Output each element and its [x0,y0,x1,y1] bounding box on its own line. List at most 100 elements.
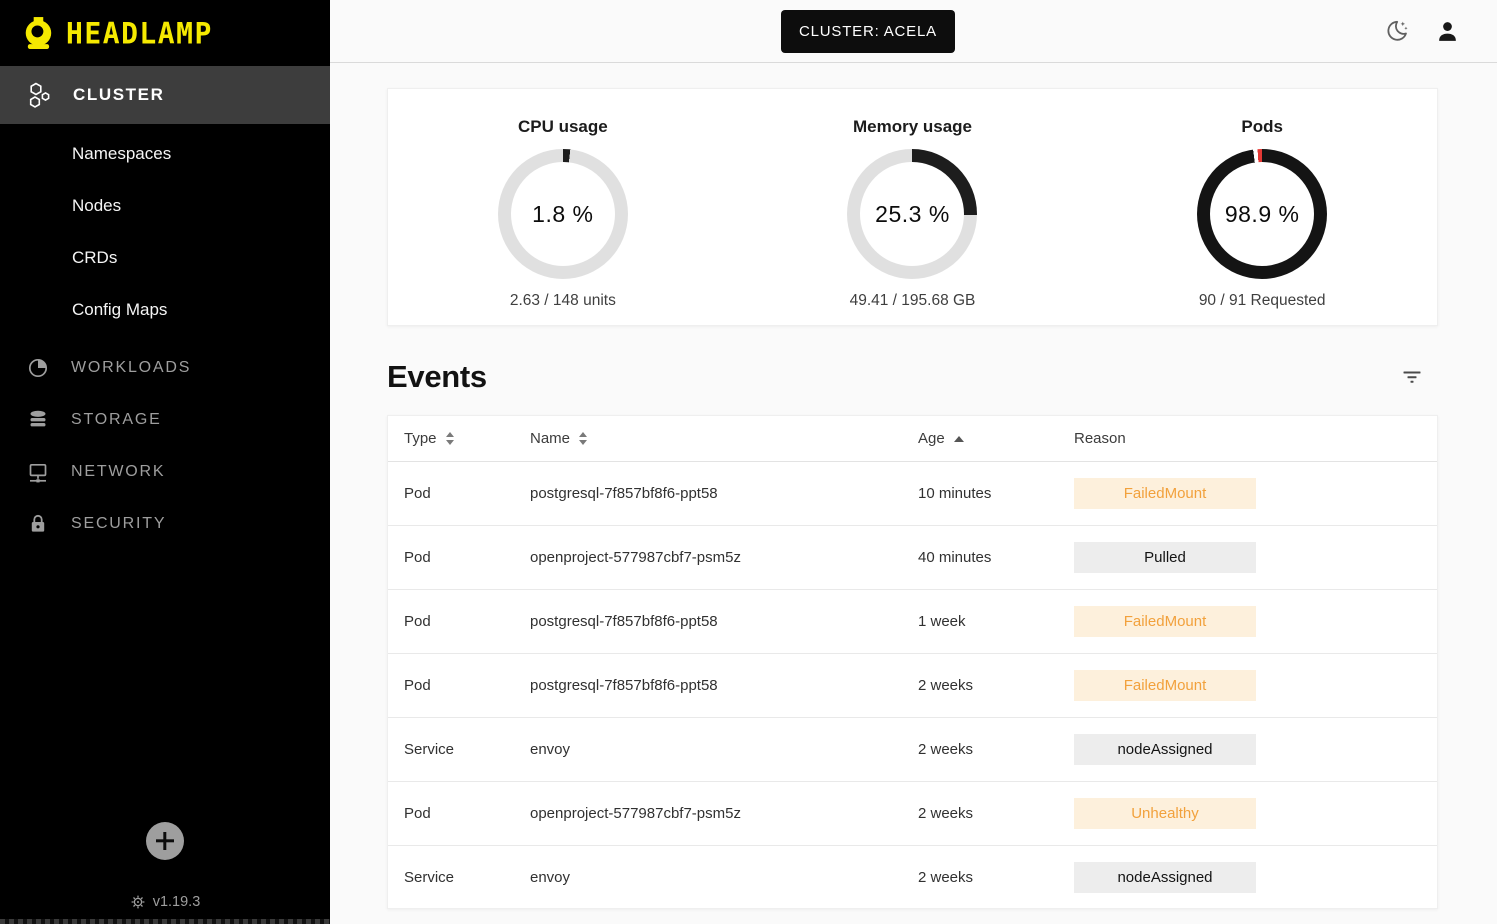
logo-wordmark: HEADLAMP [66,15,213,51]
cluster-selector-button[interactable]: CLUSTER: ACELA [781,10,955,53]
event-row[interactable]: Pod openproject-577987cbf7-psm5z 2 weeks Un… [388,782,1437,846]
network-icon [26,460,50,484]
column-label: Type [404,430,437,447]
chart-title: CPU usage [517,117,608,136]
sidebar-sections: WORKLOADS STORAGE NETWORK SECURITY [0,336,330,550]
event-row[interactable]: Pod postgresql-7f857bf8f6-ppt58 1 week Fail… [388,590,1437,654]
content: CPU usage 1.8 % 2.63 / 148 units Memory usa… [330,63,1497,909]
sort-icon [579,432,588,445]
sort-icon [445,432,454,445]
events-title: Events [387,359,487,394]
event-age: 10 minutes [918,485,992,502]
donut-chart: 1.8 % [497,149,628,279]
donut-percentage-label: 1.8 % [532,200,594,227]
event-row[interactable]: Pod openproject-577987cbf7-psm5z 40 minute… [388,526,1437,590]
database-icon [26,408,50,432]
reason-badge: Pulled [1074,542,1256,573]
event-type: Pod [404,613,431,630]
sidebar-item-nodes[interactable]: Nodes [0,180,330,232]
event-name: postgresql-7f857bf8f6-ppt58 [530,613,718,630]
sidebar-item-crds[interactable]: CRDs [0,232,330,284]
event-row[interactable]: Pod postgresql-7f857bf8f6-ppt58 10 minutes… [388,462,1437,526]
event-name: openproject-577987cbf7-psm5z [530,805,741,822]
column-header-type[interactable]: Type [404,430,530,447]
column-label: Reason [1074,430,1126,447]
pie-chart-icon [26,356,50,380]
reason-badge: FailedMount [1074,606,1256,637]
reason-badge: nodeAssigned [1074,862,1256,893]
sidebar-section-label: NETWORK [71,463,166,480]
sidebar-section-label: STORAGE [71,411,162,428]
column-label: Age [918,430,945,447]
sidebar-item-cluster[interactable]: CLUSTER [0,66,330,124]
events-table: Type Name Age Reason Pod postgresql-7f857bf8… [387,415,1438,909]
headlamp-lamp-icon [22,16,56,50]
reason-badge: nodeAssigned [1074,734,1256,765]
sidebar-item-config-maps[interactable]: Config Maps [0,284,330,336]
filter-icon[interactable] [1400,365,1424,389]
headlamp-logo[interactable]: HEADLAMP [0,0,330,66]
sidebar-section-label: WORKLOADS [71,359,192,376]
chart-legend: 90 / 91 Requested [1198,292,1326,309]
add-cluster-button[interactable] [146,822,184,860]
event-row[interactable]: Service envoy 2 weeks nodeAssigned [388,846,1437,908]
sidebar: HEADLAMP CLUSTER Namespaces Nodes CRDs Conf… [0,0,330,924]
event-age: 2 weeks [918,869,974,886]
lock-icon [26,512,50,536]
event-row[interactable]: Service envoy 2 weeks nodeAssigned [388,718,1437,782]
version-label: v1.19.3 [152,894,201,910]
event-type: Pod [404,485,431,502]
event-type: Pod [404,549,431,566]
chart-title: Pods [1241,117,1283,136]
event-row[interactable]: Pod postgresql-7f857bf8f6-ppt58 2 weeks Fai… [388,654,1437,718]
event-name: postgresql-7f857bf8f6-ppt58 [530,677,718,694]
chart-legend: 49.41 / 195.68 GB [849,292,976,309]
donut-percentage-label: 98.9 % [1224,200,1300,227]
sidebar-item-cluster-label: CLUSTER [73,85,165,104]
sidebar-item-network[interactable]: NETWORK [0,446,330,498]
event-type: Pod [404,677,431,694]
event-name: envoy [530,741,571,758]
version-row: v1.19.3 [0,894,330,910]
donut-percentage-label: 25.3 % [875,200,950,227]
sidebar-section-label: SECURITY [71,515,167,532]
overview-chart-cpu-usage: CPU usage 1.8 % 2.63 / 148 units [388,103,738,325]
wheel-icon [130,894,146,910]
donut-chart: 25.3 % [847,149,978,279]
event-name: envoy [530,869,571,886]
cluster-overview-card: CPU usage 1.8 % 2.63 / 148 units Memory usa… [387,88,1438,326]
overview-chart-pods: Pods 98.9 % 90 / 91 Requested [1087,103,1437,325]
main-area: CLUSTER: ACELA CPU usage 1.8 % 2.63 / 148 … [330,0,1497,924]
sidebar-item-security[interactable]: SECURITY [0,498,330,550]
event-type: Pod [404,805,431,822]
event-age: 40 minutes [918,549,992,566]
sort-ascending-icon [953,435,964,442]
sidebar-item-workloads[interactable]: WORKLOADS [0,342,330,394]
chart-title: Memory usage [852,117,973,136]
event-name: postgresql-7f857bf8f6-ppt58 [530,485,718,502]
column-header-age[interactable]: Age [918,430,1074,447]
event-age: 2 weeks [918,741,974,758]
topbar: CLUSTER: ACELA [330,0,1497,63]
reason-badge: Unhealthy [1074,798,1256,829]
event-age: 2 weeks [918,805,974,822]
event-age: 2 weeks [918,677,974,694]
event-type: Service [404,741,455,758]
sidebar-item-namespaces[interactable]: Namespaces [0,128,330,180]
chart-legend: 2.63 / 148 units [509,292,616,309]
events-table-header: Type Name Age Reason [388,416,1437,462]
event-age: 1 week [918,613,966,630]
overview-chart-memory-usage: Memory usage 25.3 % 49.41 / 195.68 GB [738,103,1088,325]
reason-badge: FailedMount [1074,478,1256,509]
cluster-subnav: Namespaces Nodes CRDs Config Maps [0,124,330,336]
person-icon[interactable] [1434,18,1461,45]
column-header-name[interactable]: Name [530,430,918,447]
moon-icon[interactable] [1383,18,1410,45]
reason-badge: FailedMount [1074,670,1256,701]
sidebar-item-storage[interactable]: STORAGE [0,394,330,446]
column-header-reason: Reason [1074,430,1437,447]
cluster-hexagons-icon [26,82,52,109]
event-name: openproject-577987cbf7-psm5z [530,549,741,566]
event-type: Service [404,869,455,886]
column-label: Name [530,430,571,447]
